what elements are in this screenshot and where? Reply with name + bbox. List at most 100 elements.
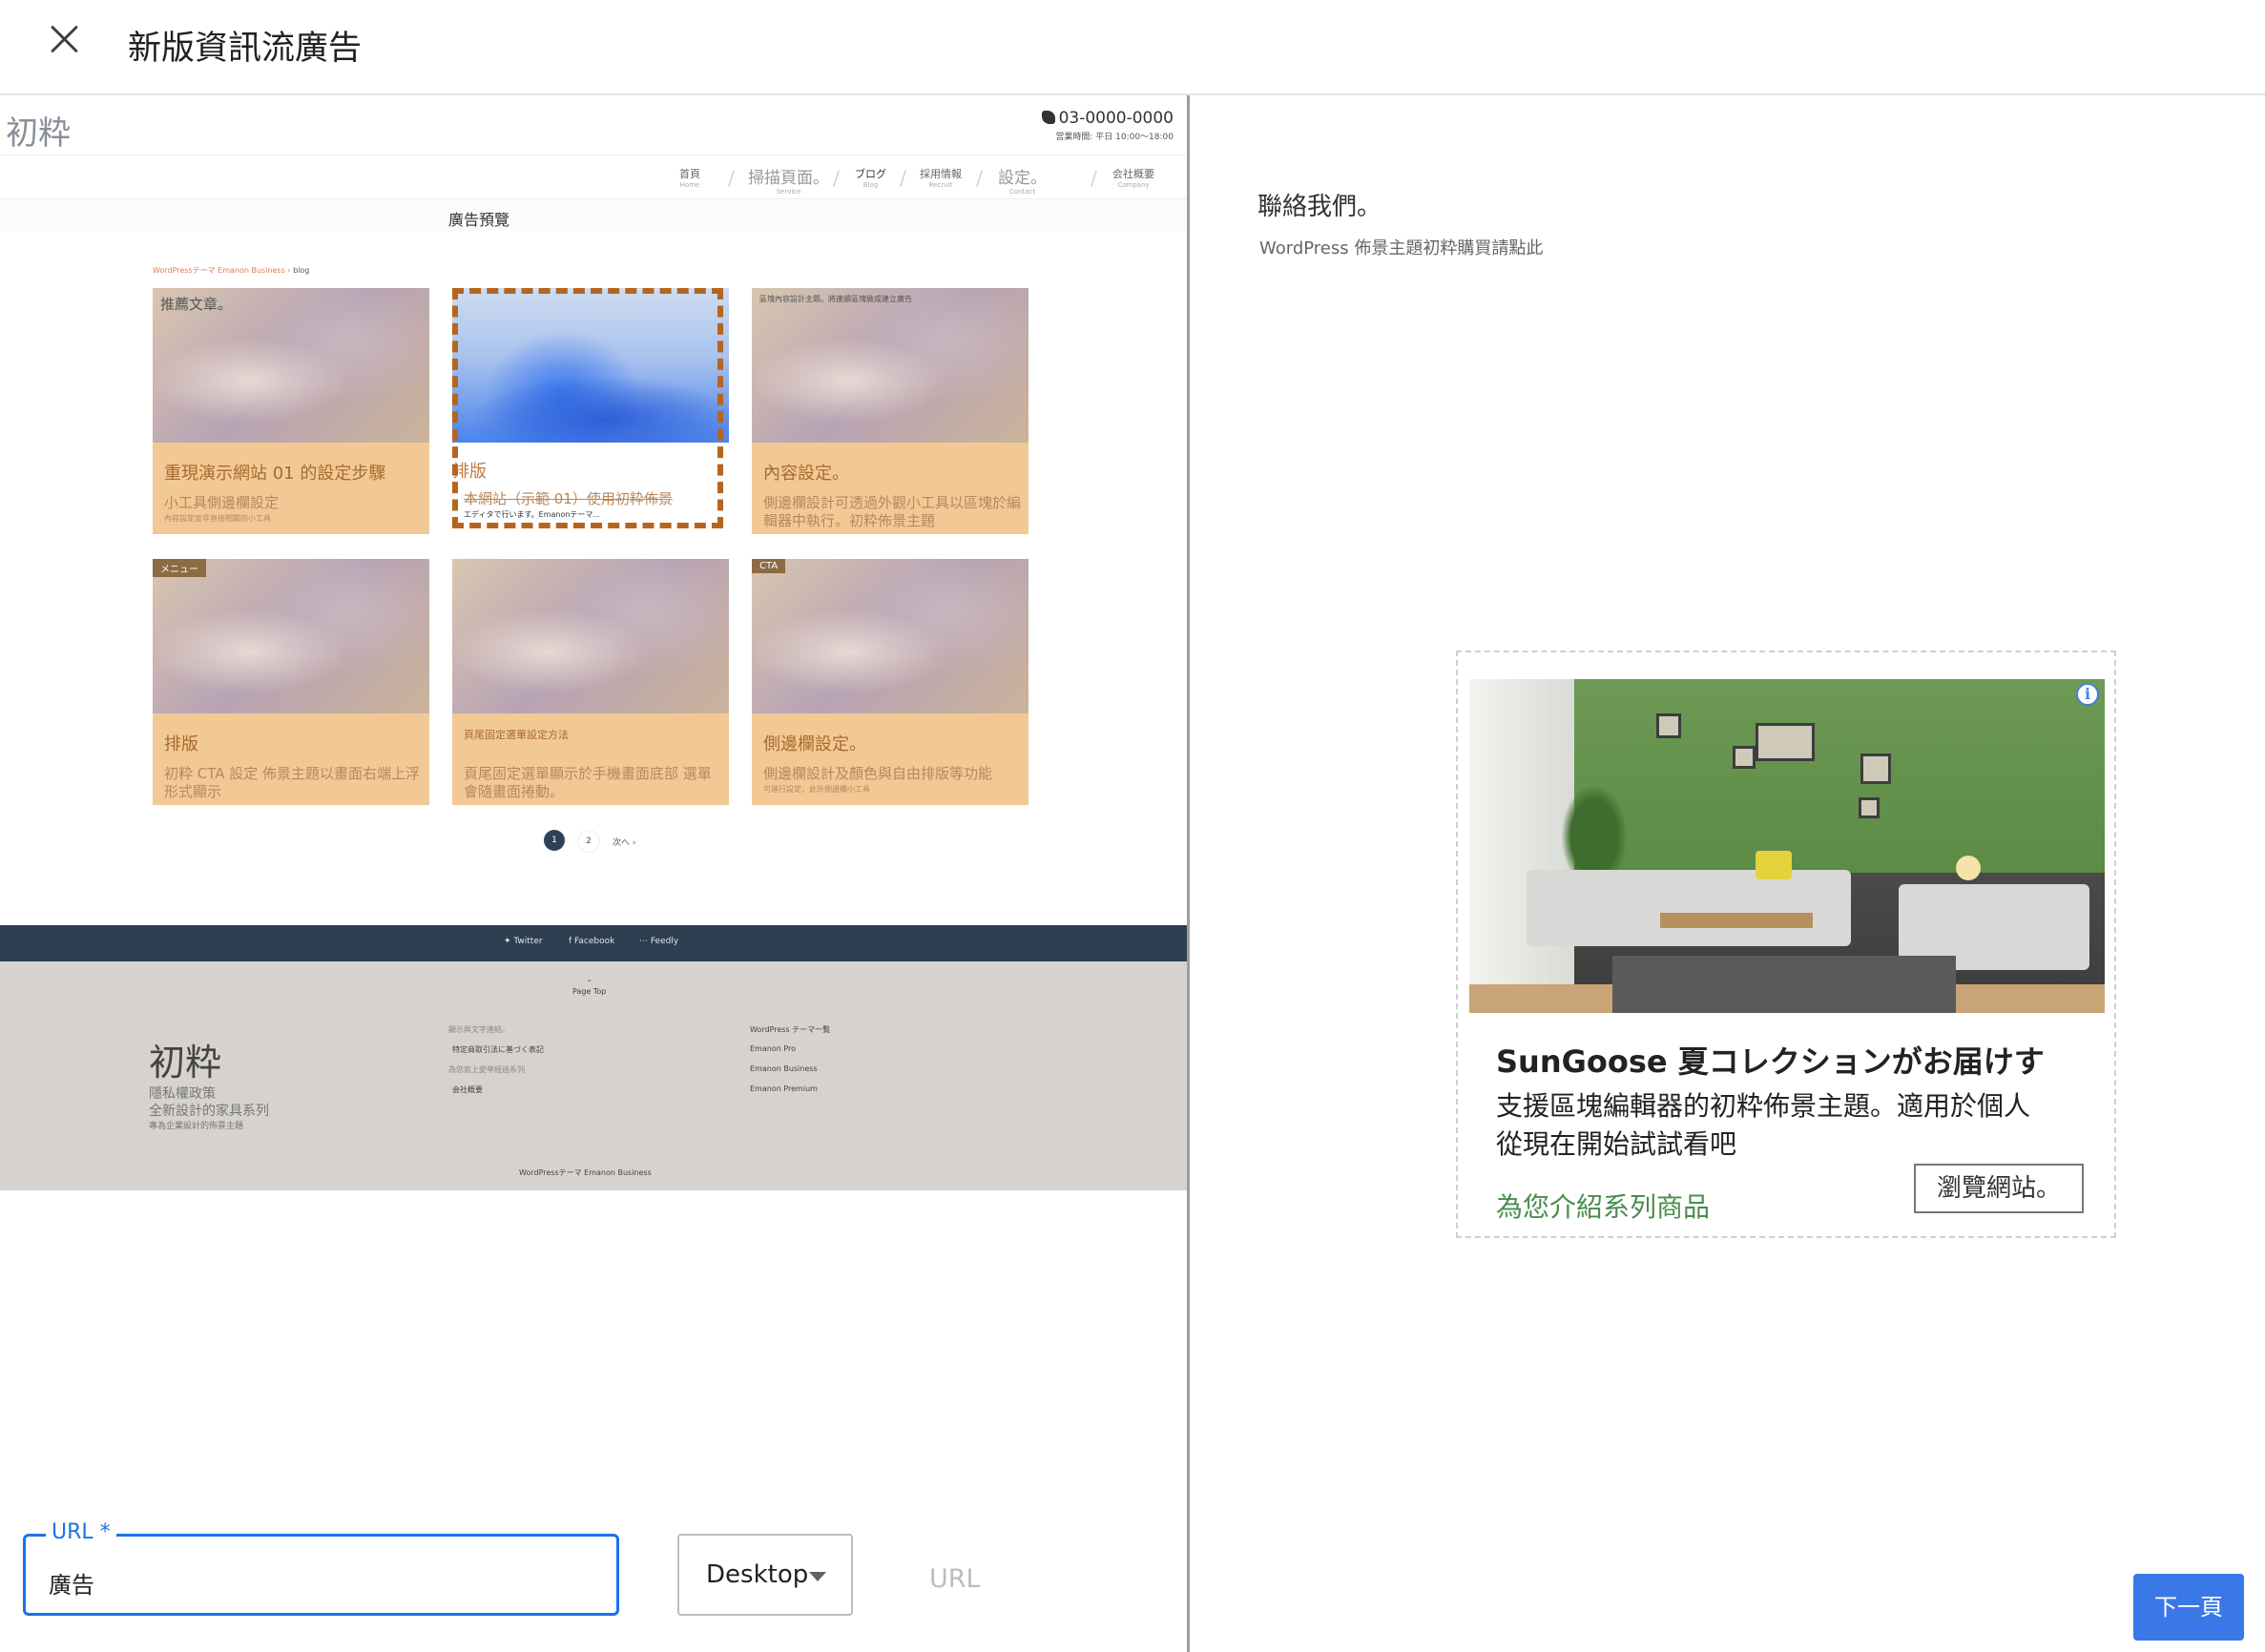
footer-tagline: 隱私權政策 [149, 1086, 216, 1102]
nav-item-blog[interactable]: ブログ Blog [855, 166, 886, 189]
website-preview: 初粋 03-0000-0000 営業時間: 平日 10:00〜18:00 首頁 H… [0, 95, 1187, 1192]
info-icon[interactable]: i [2076, 683, 2099, 706]
footer-link[interactable]: 為您庭上愛學經過系列 [448, 1064, 525, 1075]
nav-separator [976, 170, 983, 187]
article-card[interactable]: メニュー 排版 初粋 CTA 設定 佈景主題以畫面右端上浮形式顯示 [153, 559, 429, 805]
page-title: 新版資訊流廣告 [128, 30, 363, 68]
top-bar: 新版資訊流廣告 [0, 0, 2265, 95]
footer-link[interactable]: 特定商取引法に基づく表記 [452, 1044, 544, 1055]
footer-link[interactable]: WordPress テーマ一覧 [750, 1024, 830, 1035]
preview-label-bar [0, 200, 1187, 231]
twitter-link[interactable]: ✦ Twitter [504, 937, 543, 946]
nav-item-company[interactable]: 会社概要 Company [1112, 166, 1154, 189]
site-nav: 首頁 Home 掃描頁面。 Service ブログ Blog 採用情報 Recruit … [0, 156, 1187, 199]
pagination-current[interactable]: 1 [544, 830, 565, 851]
panel-divider[interactable] [1187, 95, 1190, 1652]
contact-subtitle[interactable]: WordPress 佈景主題初粋購買請點此 [1259, 235, 1543, 259]
caret-down-icon [809, 1572, 826, 1581]
site-phone: 03-0000-0000 営業時間: 平日 10:00〜18:00 [1041, 109, 1174, 142]
close-icon[interactable] [44, 19, 86, 61]
facebook-link[interactable]: f Facebook [569, 937, 614, 946]
sofa-decor [1527, 870, 1851, 946]
ad-headline: SunGoose 夏コレクションがお届けす [1496, 1043, 2045, 1080]
feedly-link[interactable]: ⋯ Feedly [639, 937, 678, 946]
site-footer: ⌃ Page Top 初粋 隱私權政策 全新設計的家具系列 專為企業設計的佈景主題… [0, 961, 1187, 1190]
article-card[interactable]: 推薦文章。 重現演示網站 01 的設定步驟 小工具側邊欄設定 內容設定並非直接相… [153, 288, 429, 534]
nav-item-contact[interactable]: 設定。 Contact [998, 164, 1047, 196]
footer-tagline: 專為企業設計的佈景主題 [149, 1122, 244, 1131]
card-excerpt: 本網站（示範 01）使用初粋佈景 [464, 490, 673, 507]
native-ad-card[interactable]: i SunGoose 夏コレクションがお届けす 支援區塊編輯器的初粋佈景主題。適… [1456, 650, 2116, 1238]
card-excerpt: 側邊欄設計可透過外觀小工具以區塊於編輯器中執行。初粋佈景主題 [763, 494, 1022, 529]
preview-label: 廣告預覽 [448, 211, 510, 229]
breadcrumb-root[interactable]: WordPressテーマ Emanon Business [153, 266, 285, 275]
phone-icon [1041, 111, 1055, 124]
card-note: 內容設定並非直接相關的小工具 [164, 514, 271, 523]
picture-frame [1859, 797, 1880, 818]
pagination-next[interactable]: 次へ › [613, 836, 635, 848]
nav-separator [900, 170, 906, 187]
phone-number: 03-0000-0000 [1058, 109, 1174, 128]
card-excerpt: 初粋 CTA 設定 佈景主題以畫面右端上浮形式顯示 [164, 765, 421, 800]
ad-body-text: 從現在開始試試看吧 [1496, 1128, 1737, 1160]
footer-tagline: 全新設計的家具系列 [149, 1104, 269, 1119]
card-tag: 推薦文章。 [160, 296, 233, 313]
nav-item-recruit[interactable]: 採用情報 Recruit [920, 166, 962, 189]
url-input[interactable] [49, 1569, 583, 1596]
ad-display-link[interactable]: 為您介紹系列商品 [1496, 1187, 1710, 1225]
site-logo: 初粋 [6, 114, 71, 153]
ad-body-text: 支援區塊編輯器的初粋佈景主題。適用於個人 [1496, 1090, 2031, 1122]
card-title: 內容設定。 [763, 464, 849, 484]
ad-thumbnail [452, 288, 729, 443]
card-tag: メニュー [153, 559, 206, 577]
contact-title: 聯絡我們。 [1257, 193, 1382, 221]
nav-item-service[interactable]: 掃描頁面。 Service [748, 164, 829, 196]
url-field-label: URL * [46, 1520, 116, 1544]
nav-item-home[interactable]: 首頁 Home [679, 166, 700, 189]
ad-cta-button[interactable]: 瀏覽網站。 [1914, 1164, 2084, 1213]
article-thumbnail [452, 559, 729, 713]
article-card[interactable]: 區塊內容設計主題。將連續區塊做成建立廣告 內容設定。 側邊欄設計可透過外觀小工具… [752, 288, 1029, 534]
card-excerpt: 側邊欄設計及顏色與自由排版等功能 [763, 765, 993, 782]
picture-frame [1860, 754, 1891, 784]
url-field[interactable] [23, 1534, 619, 1616]
card-tag: CTA [752, 559, 786, 573]
article-thumbnail [153, 559, 429, 713]
page-top-link[interactable]: ⌃ Page Top [572, 979, 606, 996]
card-excerpt: 頁尾固定選單顯示於手機畫面底部 選單會隨畫面捲動。 [464, 765, 712, 800]
footer-copyright: WordPressテーマ Emanon Business [519, 1168, 652, 1177]
device-select[interactable]: Desktop [677, 1534, 853, 1616]
window-decor [1469, 679, 1574, 1013]
url-button[interactable]: URL [929, 1564, 981, 1594]
article-card[interactable]: CTA 側邊欄設定。 側邊欄設計及顏色與自由排版等功能 可進行設定，此外側邊欄小… [752, 559, 1029, 805]
ad-image[interactable]: i [1469, 679, 2105, 1013]
footer-link[interactable]: Emanon Premium [750, 1084, 818, 1093]
nav-separator [1091, 170, 1097, 187]
business-hours: 営業時間: 平日 10:00〜18:00 [1055, 133, 1174, 142]
picture-frame [1733, 746, 1756, 769]
footer-link[interactable]: 会社概要 [452, 1084, 483, 1095]
table-decor [1660, 913, 1813, 928]
footer-link[interactable]: 顯示與文字連結。 [448, 1024, 509, 1035]
card-title: 側邊欄設定。 [763, 734, 866, 754]
card-title: 頁尾固定選單設定方法 [464, 729, 569, 741]
pagination-page[interactable]: 2 [577, 830, 600, 853]
footer-link[interactable]: Emanon Pro [750, 1044, 796, 1053]
nav-separator [833, 170, 840, 187]
picture-frame [1656, 713, 1681, 738]
picture-frame [1756, 723, 1815, 761]
footer-link[interactable]: Emanon Business [750, 1064, 818, 1073]
next-page-button[interactable]: 下一頁 [2133, 1574, 2244, 1641]
ad-card-slot[interactable]: 排版 本網站（示範 01）使用初粋佈景 エディタで行います。Emanonテーマ.… [452, 288, 729, 534]
breadcrumb: WordPressテーマ Emanon Business › blog [153, 266, 310, 275]
card-excerpt: 小工具側邊欄設定 [164, 494, 280, 511]
article-card[interactable]: 頁尾固定選單設定方法 頁尾固定選單顯示於手機畫面底部 選單會隨畫面捲動。 [452, 559, 729, 805]
article-thumbnail [752, 559, 1029, 713]
site-header: 初粋 03-0000-0000 営業時間: 平日 10:00〜18:00 [0, 95, 1187, 155]
footer-logo: 初粋 [149, 1042, 222, 1084]
card-note: エディタで行います。Emanonテーマ... [464, 510, 601, 519]
article-thumbnail [752, 288, 1029, 443]
card-title: 重現演示網站 01 的設定步驟 [164, 464, 386, 484]
card-title: 排版 [452, 462, 487, 482]
social-bar: ✦ Twitter f Facebook ⋯ Feedly [0, 925, 1187, 961]
